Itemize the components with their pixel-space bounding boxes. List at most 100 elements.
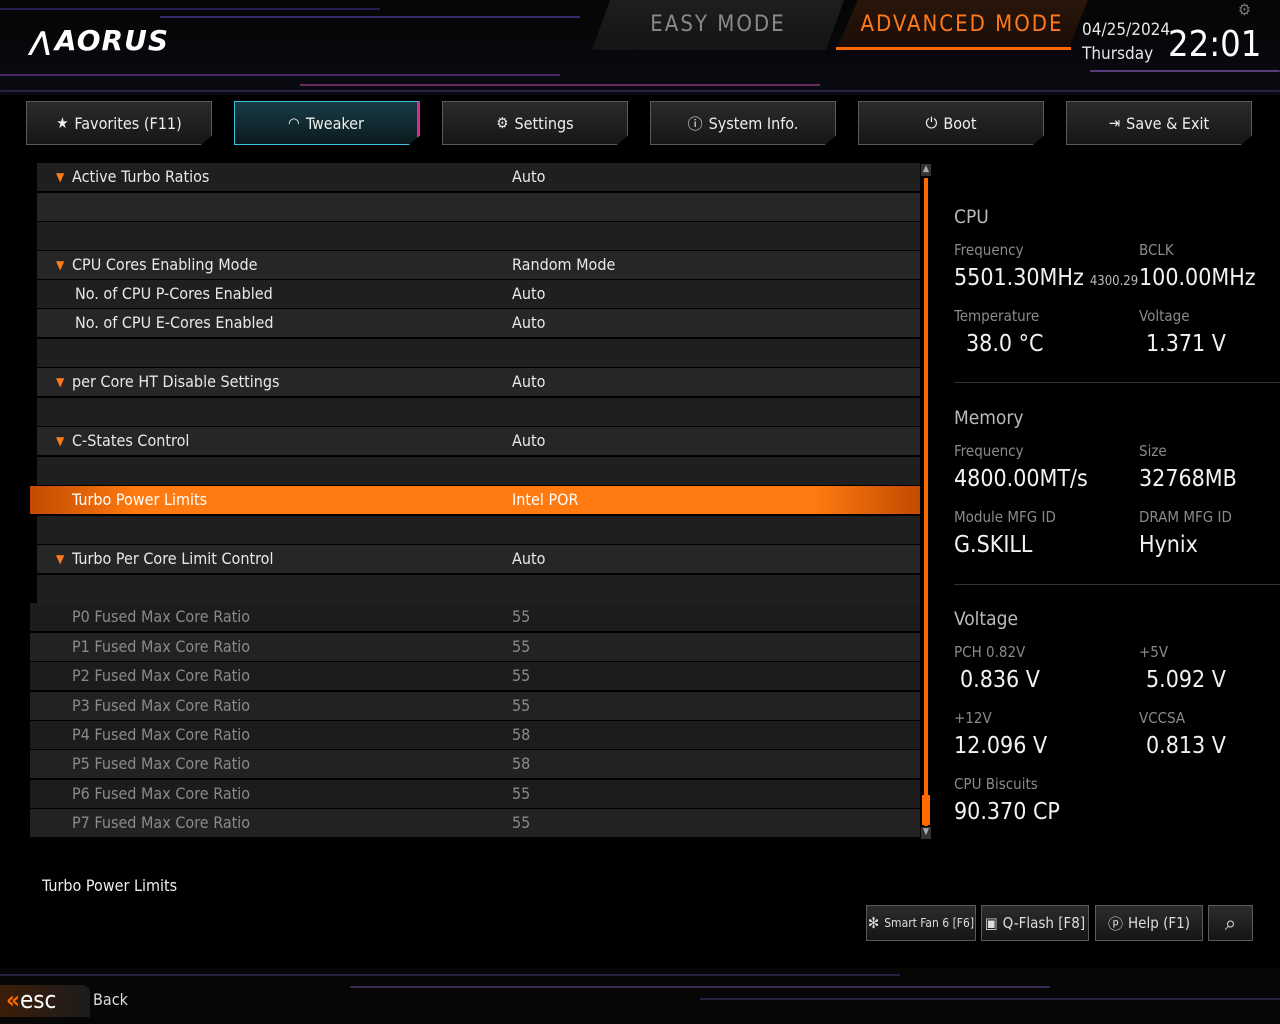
setting-value: 58 [512,754,531,773]
setting-label: P5 Fused Max Core Ratio [72,754,251,773]
setting-row-turbo-power-limits[interactable]: Turbo Power Limits Intel POR [30,486,920,514]
cpu-temperature-value: 38.0 °C [966,331,1044,357]
v5-value: 5.092 V [1146,667,1226,693]
esc-label: esc [19,986,57,1014]
setting-label: CPU Cores Enabling Mode [72,255,258,274]
pch-label: PCH 0.82V [954,643,1026,661]
cpu-frequency-number: 5501.30MHz [954,265,1084,291]
qflash-label: Q-Flash [F8] [1002,914,1086,932]
back-label: Back [93,990,128,1009]
scrollbar-thumb[interactable] [922,795,930,825]
memory-section-title: Memory [954,407,1024,429]
voltage-section-title: Voltage [954,608,1018,630]
dram-mfg-label: DRAM MFG ID [1139,508,1232,526]
setting-row-fused-ratio: P7 Fused Max Core Ratio 55 [30,809,920,837]
setting-value: Auto [512,549,546,568]
setting-label: P2 Fused Max Core Ratio [72,666,251,685]
search-button[interactable]: ⌕ [1208,905,1253,941]
setting-row-blank [37,516,920,544]
setting-label: P6 Fused Max Core Ratio [72,784,251,803]
decor-streak [0,74,560,76]
decor-streak [160,16,580,18]
setting-value: 58 [512,725,531,744]
setting-row-cpu-cores-enabling-mode[interactable]: ▼ CPU Cores Enabling Mode Random Mode [37,251,920,279]
setting-row-blank [37,222,920,250]
bottom-bar [0,968,1280,1024]
cpu-frequency-sub: 4300.29 [1089,274,1139,289]
decor-streak [0,90,1280,92]
advanced-mode-tab[interactable]: ADVANCED MODE [836,0,1088,50]
setting-value: Auto [512,431,546,450]
scroll-up-arrow-icon[interactable]: ▲ [921,164,931,176]
memory-frequency-value: 4800.00MT/s [954,466,1088,492]
tab-label: Settings [514,113,574,133]
power-icon: ⏻ [925,114,938,132]
qflash-button[interactable]: ▣ Q-Flash [F8] [981,905,1089,941]
fan-icon: ✻ [867,914,880,932]
gear-icon[interactable]: ⚙ [1238,0,1251,19]
setting-row-c-states-control[interactable]: ▼ C-States Control Auto [37,427,920,455]
v12-label: +12V [954,709,992,727]
setting-row-fused-ratio: P3 Fused Max Core Ratio 55 [30,692,920,720]
setting-label: No. of CPU P-Cores Enabled [75,284,273,303]
expand-arrow-icon: ▼ [56,258,65,272]
setting-row-turbo-per-core-limit[interactable]: ▼ Turbo Per Core Limit Control Auto [37,545,920,573]
help-label: Help (F1) [1128,914,1190,932]
tab-boot[interactable]: ⏻ Boot [858,101,1044,145]
setting-label: P0 Fused Max Core Ratio [72,607,251,626]
setting-row-per-core-ht-disable[interactable]: ▼ per Core HT Disable Settings Auto [37,368,920,396]
tab-system-info[interactable]: ⓘ System Info. [650,101,836,145]
v12-value: 12.096 V [954,733,1048,759]
setting-label: No. of CPU E-Cores Enabled [75,313,274,332]
settings-list: ▼ Active Turbo Ratios Auto ▼ CPU Cores E… [30,163,920,840]
bclk-value: 100.00MHz [1139,265,1256,291]
easy-mode-tab[interactable]: EASY MODE [592,0,844,50]
cpu-frequency-label: Frequency [954,241,1024,259]
esc-button[interactable]: «esc [0,985,90,1017]
decor-streak [700,998,1280,1000]
setting-label: P1 Fused Max Core Ratio [72,637,251,656]
section-divider [954,382,1280,383]
setting-value: 55 [512,784,531,803]
setting-value: Auto [512,372,546,391]
pch-value: 0.836 V [960,667,1040,693]
cpu-voltage-value: 1.371 V [1146,331,1226,357]
decor-streak [0,974,900,976]
help-icon: ⓟ [1108,914,1124,933]
scroll-down-arrow-icon[interactable]: ▼ [921,827,931,839]
smart-fan-button[interactable]: ✻ Smart Fan 6 [F6] [866,905,976,941]
cpu-frequency-value: 5501.30MHz 4300.29 [954,265,1138,291]
expand-arrow-icon: ▼ [56,170,65,184]
setting-row-e-cores-enabled[interactable]: No. of CPU E-Cores Enabled Auto [37,309,920,337]
cpu-biscuits-label: CPU Biscuits [954,775,1038,793]
setting-label: Turbo Per Core Limit Control [72,549,274,568]
tab-favorites[interactable]: ★ Favorites (F11) [26,101,212,145]
tab-tweaker[interactable]: ◠ Tweaker [234,101,420,145]
setting-label: Turbo Power Limits [72,490,208,509]
module-mfg-label: Module MFG ID [954,508,1056,526]
tab-save-exit[interactable]: ⇥ Save & Exit [1066,101,1252,145]
expand-arrow-icon: ▼ [56,552,65,566]
cpu-temperature-label: Temperature [954,307,1040,325]
tab-settings[interactable]: ⚙ Settings [442,101,628,145]
advanced-mode-underline [836,47,1071,50]
setting-row-fused-ratio: P4 Fused Max Core Ratio 58 [30,721,920,749]
scrollbar-track[interactable] [924,178,928,826]
setting-row-fused-ratio: P6 Fused Max Core Ratio 55 [30,780,920,808]
setting-label: C-States Control [72,431,190,450]
day-display: Thursday [1082,44,1154,64]
module-mfg-value: G.SKILL [954,532,1033,558]
setting-value: Auto [512,313,546,332]
cpu-voltage-label: Voltage [1139,307,1190,325]
help-button[interactable]: ⓟ Help (F1) [1095,905,1203,941]
setting-value: Intel POR [512,490,579,509]
dram-mfg-value: Hynix [1139,532,1198,558]
aorus-logo: ⋀AORUS [27,24,169,57]
setting-row-p-cores-enabled[interactable]: No. of CPU P-Cores Enabled Auto [37,280,920,308]
setting-row-active-turbo-ratios[interactable]: ▼ Active Turbo Ratios Auto [37,163,920,191]
setting-row-blank [37,457,920,485]
setting-label: P4 Fused Max Core Ratio [72,725,251,744]
cpu-biscuits-value: 90.370 CP [954,799,1060,825]
info-icon: ⓘ [687,114,703,133]
memory-size-label: Size [1139,442,1167,460]
